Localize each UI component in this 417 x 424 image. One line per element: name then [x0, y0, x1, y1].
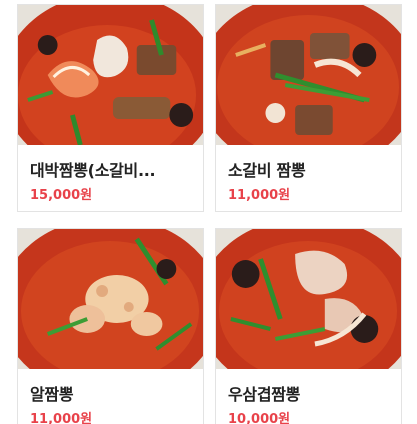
menu-item-name: 대박짬뽕(소갈비...	[30, 161, 156, 180]
menu-item-photo	[216, 229, 401, 369]
menu-item-name: 우삼겹짬뽕	[228, 385, 301, 404]
menu-item-price: 15,000원	[30, 188, 93, 203]
menu-item-card[interactable]: 소갈비 짬뽕 11,000원	[215, 4, 402, 212]
menu-item-photo	[18, 229, 203, 369]
menu-item-photo	[216, 5, 401, 145]
menu-item-price: 10,000원	[228, 412, 291, 424]
menu-item-card[interactable]: 알짬뽕 11,000원	[17, 228, 204, 424]
menu-item-price: 11,000원	[228, 188, 291, 203]
menu-item-name: 알짬뽕	[30, 385, 74, 404]
menu-item-card[interactable]: 대박짬뽕(소갈비... 15,000원	[17, 4, 204, 212]
menu-item-card[interactable]: 우삼겹짬뽕 10,000원	[215, 228, 402, 424]
menu-grid: 대박짬뽕(소갈비... 15,000원 소갈비 짬뽕 11,000원 알짬뽕 1…	[0, 0, 417, 424]
menu-item-price: 11,000원	[30, 412, 93, 424]
menu-item-photo	[18, 5, 203, 145]
menu-item-name: 소갈비 짬뽕	[228, 161, 306, 180]
